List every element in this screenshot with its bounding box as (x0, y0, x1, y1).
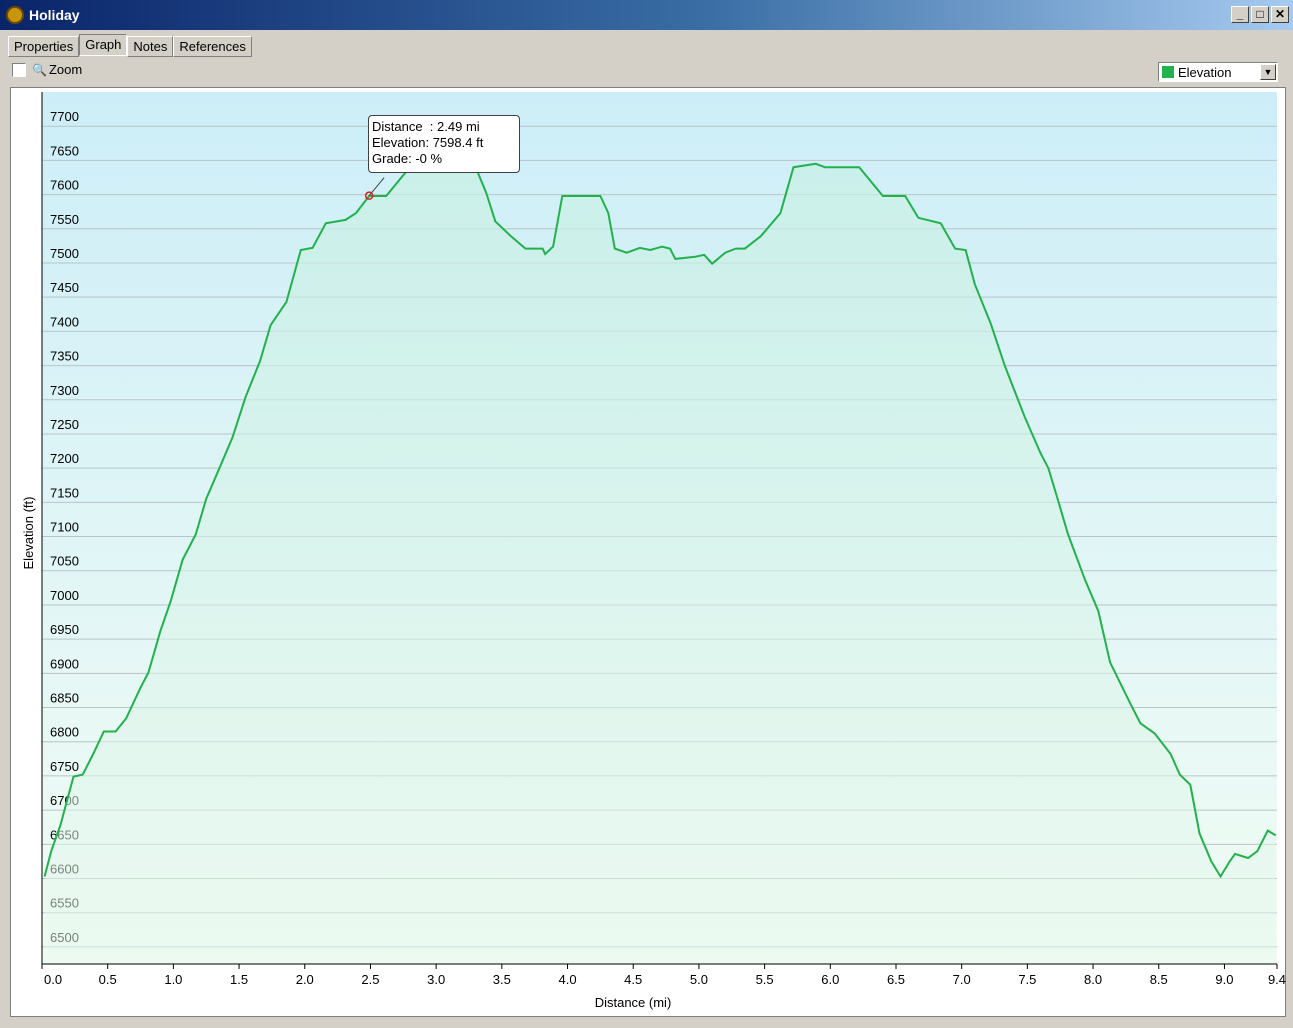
y-tick-label: 7250 (50, 417, 79, 432)
y-tick-label: 7450 (50, 280, 79, 295)
x-tick-label: 1.0 (164, 972, 182, 987)
y-tick-label: 7350 (50, 349, 79, 364)
maximize-button[interactable]: □ (1251, 6, 1269, 23)
tooltip-elevation: Elevation: 7598.4 ft (372, 135, 484, 150)
tab-notes[interactable]: Notes (127, 36, 174, 57)
x-tick-label: 6.0 (821, 972, 839, 987)
y-tick-label: 7200 (50, 451, 79, 466)
y-tick-label: 6950 (50, 622, 79, 637)
y-tick-label: 7600 (50, 178, 79, 193)
x-tick-label: 8.5 (1150, 972, 1168, 987)
tooltip-distance: Distance : 2.49 mi (372, 119, 480, 134)
y-tick-label: 7400 (50, 314, 79, 329)
magnifier-icon: 🔍 (32, 62, 47, 77)
data-tooltip: Distance : 2.49 mi Elevation: 7598.4 ft Gr… (368, 115, 520, 173)
x-tick-label: 7.5 (1018, 972, 1036, 987)
tooltip-grade: Grade: -0 % (372, 151, 443, 166)
y-tick-label: 6850 (50, 691, 79, 706)
y-axis-label: Elevation (ft) (21, 497, 36, 570)
series-select-value: Elevation (1178, 64, 1232, 80)
x-tick-label: 8.0 (1084, 972, 1102, 987)
zoom-checkbox[interactable] (12, 62, 26, 77)
tab-references[interactable]: References (173, 36, 252, 57)
y-tick-label: 6750 (50, 759, 79, 774)
y-tick-label: 7500 (50, 246, 79, 261)
series-color-swatch (1162, 66, 1174, 78)
x-tick-label: 2.5 (361, 972, 379, 987)
x-tick-label: 3.0 (427, 972, 445, 987)
y-tick-label: 7100 (50, 520, 79, 535)
x-tick-label: 0.0 (44, 972, 62, 987)
y-tick-label: 6800 (50, 725, 79, 740)
x-tick-label: 5.5 (756, 972, 774, 987)
y-tick-label: 7150 (50, 485, 79, 500)
x-tick-label: 1.5 (230, 972, 248, 987)
y-tick-label: 7300 (50, 383, 79, 398)
x-tick-label: 6.5 (887, 972, 905, 987)
x-tick-label: 9.0 (1215, 972, 1233, 987)
y-tick-label: 7700 (50, 109, 79, 124)
y-tick-label: 7550 (50, 212, 79, 227)
tab-bar: Properties Graph Notes References (8, 34, 252, 57)
zoom-label: Zoom (48, 62, 83, 77)
x-tick-label: 0.5 (99, 972, 117, 987)
tab-graph[interactable]: Graph (79, 34, 128, 56)
app-icon (6, 6, 24, 24)
y-tick-label: 7000 (50, 588, 79, 603)
series-select[interactable]: Elevation ▼ (1158, 62, 1278, 82)
x-tick-label: 4.5 (624, 972, 642, 987)
chart-svg: 6500655066006650670067506800685069006950… (21, 92, 1286, 1010)
y-tick-label: 6900 (50, 656, 79, 671)
x-tick-label: 7.0 (953, 972, 971, 987)
y-tick-label: 7050 (50, 554, 79, 569)
x-tick-label: 4.0 (558, 972, 576, 987)
x-tick-label: 9.4 (1268, 972, 1286, 987)
x-tick-label: 5.0 (690, 972, 708, 987)
x-tick-label: 3.5 (493, 972, 511, 987)
chevron-down-icon[interactable]: ▼ (1260, 64, 1276, 80)
x-axis-label: Distance (mi) (595, 995, 672, 1010)
window-title: Holiday (29, 7, 80, 23)
tab-properties[interactable]: Properties (8, 36, 80, 57)
y-tick-label: 7650 (50, 143, 79, 158)
minimize-button[interactable]: _ (1231, 6, 1249, 23)
elevation-chart[interactable]: 6500655066006650670067506800685069006950… (10, 87, 1286, 1017)
title-bar: Holiday _ □ ✕ (0, 0, 1293, 30)
x-tick-label: 2.0 (296, 972, 314, 987)
close-button[interactable]: ✕ (1271, 6, 1289, 23)
